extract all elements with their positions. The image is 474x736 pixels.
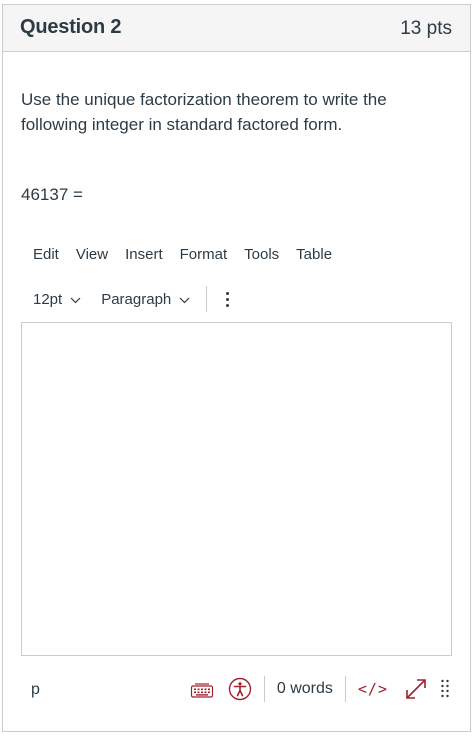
editor-toolbar: 12pt Paragraph [23,283,237,315]
keyboard-icon[interactable] [190,680,214,698]
fullscreen-icon[interactable] [404,677,428,701]
element-path[interactable]: p [31,681,40,699]
question-equation: 46137 = [21,185,83,204]
menu-tools[interactable]: Tools [244,246,279,263]
menu-format[interactable]: Format [180,246,228,263]
resize-handle-icon[interactable] [440,677,450,701]
editor-statusbar: p 0 words </> [21,669,452,709]
chevron-down-icon [179,291,190,308]
toolbar-divider [206,286,208,312]
chevron-down-icon [70,291,81,308]
block-format-select[interactable]: Paragraph [91,291,200,308]
html-editor-toggle[interactable]: </> [358,680,388,698]
block-format-value: Paragraph [101,290,172,308]
font-size-select[interactable]: 12pt [23,291,91,308]
question-title: Question 2 [20,16,122,38]
question-header: Question 2 13 pts [3,5,470,52]
accessibility-icon[interactable] [228,677,252,701]
menu-view[interactable]: View [76,246,108,263]
font-size-value: 12pt [33,290,63,308]
statusbar-divider [344,676,346,702]
more-options-icon[interactable] [217,286,237,312]
menu-edit[interactable]: Edit [33,246,59,263]
question-card: Question 2 13 pts Use the unique factori… [2,4,471,732]
menu-table[interactable]: Table [296,246,332,263]
question-points: 13 pts [400,18,452,39]
statusbar-tools: 0 words </> [190,673,452,705]
question-prompt: Use the unique factorization theorem to … [21,90,387,134]
rich-text-editor[interactable] [21,322,452,656]
word-count[interactable]: 0 words [277,680,333,698]
editor-menubar: Edit View Insert Format Tools Table [33,246,349,263]
menu-insert[interactable]: Insert [125,246,163,263]
statusbar-divider [263,676,265,702]
